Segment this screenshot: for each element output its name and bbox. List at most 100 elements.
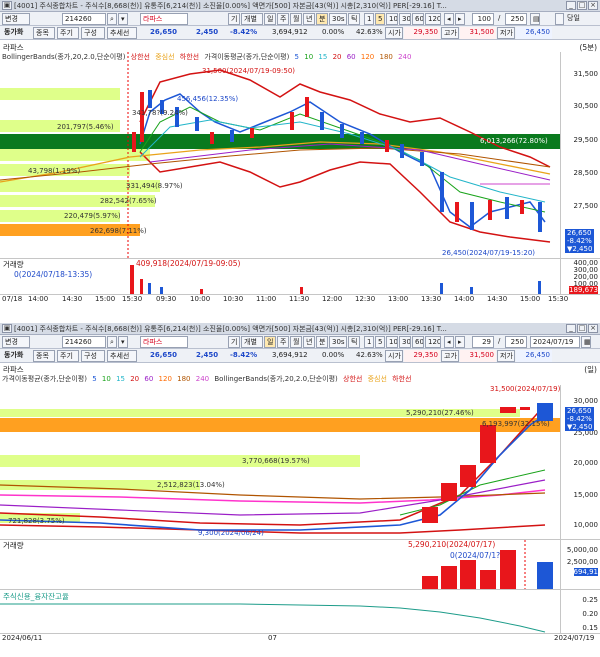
- window-menu-icon[interactable]: ▣: [2, 1, 12, 10]
- period-day[interactable]: 일: [264, 336, 276, 348]
- arrow-right-icon[interactable]: ▸: [455, 336, 465, 348]
- y-tick: 29,500: [573, 136, 599, 144]
- rate-2: 42.63%: [356, 351, 383, 359]
- close-icon[interactable]: ×: [588, 324, 598, 333]
- minute-30[interactable]: 30: [399, 13, 411, 25]
- period-individual[interactable]: 개별: [241, 336, 263, 348]
- period-month[interactable]: 월: [290, 13, 302, 25]
- tab-compose[interactable]: 구성: [81, 27, 105, 39]
- tab-trendline[interactable]: 추세선: [107, 27, 137, 39]
- credit-ratio-axis: 0.25 0.20 0.15: [560, 590, 600, 634]
- arrow-left-icon[interactable]: ◂: [444, 13, 454, 25]
- maximize-icon[interactable]: □: [577, 1, 587, 10]
- x-tick: 14:00: [28, 295, 49, 303]
- minute-120[interactable]: 120: [425, 336, 441, 348]
- top-window-titlebar[interactable]: ▣ [4001] 주식종합차트 - 주식수[8,668(천)] 유통주[6,21…: [0, 0, 600, 12]
- period-minute[interactable]: 분: [316, 336, 328, 348]
- x-tick: 11:30: [289, 295, 310, 303]
- chart-settings-icon[interactable]: ▤: [530, 13, 540, 25]
- close-icon[interactable]: ×: [588, 1, 598, 10]
- period-week[interactable]: 주: [277, 13, 289, 25]
- period-individual[interactable]: 개별: [241, 13, 263, 25]
- bb-lower-line: [0, 524, 546, 534]
- tab-period[interactable]: 주기: [57, 27, 79, 39]
- total-input[interactable]: 250: [505, 13, 527, 25]
- date-input[interactable]: 2024/07/19: [530, 336, 580, 348]
- search-icon[interactable]: ⌕: [107, 13, 117, 25]
- period-month[interactable]: 월: [290, 336, 302, 348]
- vol-current-tag: 189,673: [569, 286, 598, 294]
- tab-trendline[interactable]: 추세선: [107, 350, 137, 362]
- minute-60[interactable]: 60: [412, 13, 424, 25]
- bottom-volume-panel[interactable]: 거래량 5,290,210(2024/07/17) 0(2024/07/1?) …: [0, 539, 600, 590]
- price-change: 2,450: [196, 28, 219, 36]
- period-year[interactable]: 년: [303, 13, 315, 25]
- credit-ratio-panel[interactable]: 주식신용_융자잔고율 0.25 0.20 0.15: [0, 589, 600, 634]
- period-tick[interactable]: 틱: [348, 13, 360, 25]
- vp-label-3: 201,797(5.46%): [57, 123, 114, 131]
- period-day[interactable]: 일: [264, 13, 276, 25]
- calendar-icon[interactable]: ▦: [581, 336, 591, 348]
- tab-item[interactable]: 종목: [33, 350, 55, 362]
- legend-bb-lower: 하한선: [392, 375, 412, 383]
- legend-ma-5: 5: [92, 375, 97, 383]
- tab-donggahwa[interactable]: 동가화: [2, 350, 32, 362]
- open-price: 29,350: [404, 350, 440, 362]
- legend-bb-upper: 상한선: [343, 375, 363, 383]
- arrow-right-icon[interactable]: ▸: [455, 13, 465, 25]
- credit-tick: 0.15: [582, 624, 598, 632]
- change-percent: -8.42%: [230, 351, 258, 359]
- tab-compose[interactable]: 구성: [81, 350, 105, 362]
- top-high-label: 31,500(2024/07/19-09:50): [202, 67, 295, 75]
- minute-5[interactable]: 5: [375, 13, 385, 25]
- top-volume-panel[interactable]: 거래량 0(2024/07/18-13:35) 409,918(2024/07/…: [0, 258, 600, 295]
- period-30s[interactable]: 30s: [329, 336, 347, 348]
- minute-1[interactable]: 1: [364, 336, 374, 348]
- credit-tick: 0.25: [582, 596, 598, 604]
- period-week[interactable]: 주: [277, 336, 289, 348]
- side-change-tag: ▼2,450: [565, 245, 595, 253]
- minute-120[interactable]: 120: [425, 13, 441, 25]
- period-30s[interactable]: 30s: [329, 13, 347, 25]
- count-input[interactable]: 29: [472, 336, 494, 348]
- code-input[interactable]: 214260: [62, 336, 106, 348]
- legend-ma-15: 15: [116, 375, 125, 383]
- x-tick: 15:30: [548, 295, 569, 303]
- period-gi[interactable]: 기: [228, 336, 240, 348]
- tab-item[interactable]: 종목: [33, 27, 55, 39]
- bottom-low-label: 9,300(2024/06/24): [198, 529, 264, 537]
- top-price-chart[interactable]: [0, 52, 560, 258]
- tab-period[interactable]: 주기: [57, 350, 79, 362]
- minimize-icon[interactable]: _: [566, 324, 576, 333]
- vp-label-5: 331,494(8.97%): [126, 182, 183, 190]
- total-input[interactable]: 250: [505, 336, 527, 348]
- top-window-title: [4001] 주식종합차트 - 주식수[8,668(천)] 유통주[6,214(…: [14, 2, 447, 10]
- bottom-window-titlebar[interactable]: ▣ [4001] 주식종합차트 - 주식수[8,668(천)] 유통주[6,21…: [0, 323, 600, 335]
- change-combo[interactable]: 변경: [2, 13, 30, 25]
- window-menu-icon[interactable]: ▣: [2, 324, 12, 333]
- arrow-left-icon[interactable]: ◂: [444, 336, 454, 348]
- minute-30[interactable]: 30: [399, 336, 411, 348]
- period-minute[interactable]: 분: [316, 13, 328, 25]
- minute-10[interactable]: 10: [386, 336, 398, 348]
- minimize-icon[interactable]: _: [566, 1, 576, 10]
- maximize-icon[interactable]: □: [577, 324, 587, 333]
- chevron-down-icon[interactable]: ▾: [118, 13, 128, 25]
- code-input[interactable]: 214260: [62, 13, 106, 25]
- period-year[interactable]: 년: [303, 336, 315, 348]
- search-icon[interactable]: ⌕: [107, 336, 117, 348]
- change-combo[interactable]: 변경: [2, 336, 30, 348]
- side-price-tag: 26,650: [565, 229, 594, 237]
- top-volume-axis: 400,00 300,00 200,00 100,00 189,673: [560, 259, 600, 295]
- period-tick[interactable]: 틱: [348, 336, 360, 348]
- minute-60[interactable]: 60: [412, 336, 424, 348]
- y-tick: 27,500: [573, 202, 599, 210]
- today-checkbox[interactable]: [555, 13, 564, 25]
- minute-5[interactable]: 5: [375, 336, 385, 348]
- count-input[interactable]: 100: [472, 13, 494, 25]
- period-gi[interactable]: 기: [228, 13, 240, 25]
- minute-1[interactable]: 1: [364, 13, 374, 25]
- minute-10[interactable]: 10: [386, 13, 398, 25]
- chevron-down-icon[interactable]: ▾: [118, 336, 128, 348]
- tab-donggahwa[interactable]: 동가화: [2, 27, 32, 39]
